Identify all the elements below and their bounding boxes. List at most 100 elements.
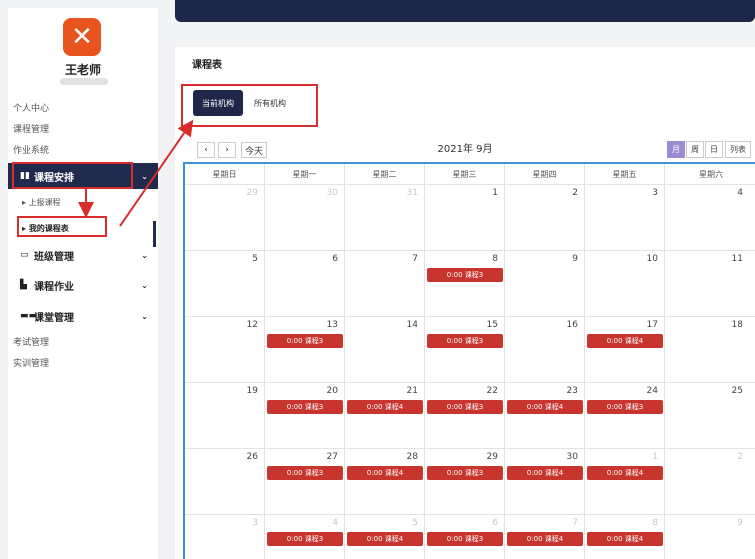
view-month-button[interactable]: 月 [667,141,685,158]
weekday-label: 星期一 [265,164,345,184]
day-number: 17 [646,320,658,330]
day-number: 30 [326,188,338,198]
calendar-day-cell[interactable]: 30 0:00 课程4 [505,449,585,515]
day-number: 3 [252,518,258,528]
course-event[interactable]: 0:00 课程4 [507,400,583,414]
calendar-day-cell[interactable]: 31 [345,185,425,251]
course-event[interactable]: 0:00 课程3 [267,532,343,546]
calendar-day-cell[interactable]: 16 [505,317,585,383]
day-number: 1 [492,188,498,198]
menu-group-course-homework[interactable]: ▙ 课程作业 ⌄ [8,272,158,298]
menu-item-training-management[interactable]: 实训管理 [13,356,49,369]
top-header-bar [175,0,755,22]
menu-item-exam-management[interactable]: 考试管理 [13,335,49,348]
calendar-day-cell[interactable]: 13 0:00 课程3 [265,317,345,383]
view-week-button[interactable]: 周 [686,141,704,158]
menu-item-course-management[interactable]: 课程管理 [13,122,49,135]
calendar-day-cell[interactable]: 2 [505,185,585,251]
day-number: 7 [572,518,578,528]
app-logo: ✕ [63,18,101,56]
day-number: 22 [486,386,498,396]
day-number: 9 [737,518,743,528]
document-icon: ▙ [20,280,27,290]
calendar-day-cell[interactable]: 5 0:00 课程4 [345,515,425,559]
menu-group-classroom-management[interactable]: ▬▬ 课堂管理 ⌄ [8,303,158,329]
calendar-day-cell[interactable]: 6 0:00 课程3 [425,515,505,559]
calendar-day-cell[interactable]: 3 [585,185,665,251]
day-number: 8 [492,254,498,264]
calendar-day-cell[interactable]: 1 0:00 课程4 [585,449,665,515]
course-event[interactable]: 0:00 课程3 [587,400,663,414]
calendar-day-cell[interactable]: 26 [185,449,265,515]
calendar-day-cell[interactable]: 1 [425,185,505,251]
calendar-day-cell[interactable]: 3 [185,515,265,559]
calendar-day-cell[interactable]: 8 0:00 课程3 [425,251,505,317]
course-event[interactable]: 0:00 课程4 [587,334,663,348]
calendar-day-cell[interactable]: 10 [585,251,665,317]
calendar-day-cell[interactable]: 27 0:00 课程3 [265,449,345,515]
calendar-day-cell[interactable]: 12 [185,317,265,383]
calendar-day-cell[interactable]: 17 0:00 课程4 [585,317,665,383]
calendar-day-cell[interactable]: 20 0:00 课程3 [265,383,345,449]
course-event[interactable]: 0:00 课程4 [347,532,423,546]
calendar-day-cell[interactable]: 29 0:00 课程3 [425,449,505,515]
day-number: 13 [326,320,338,330]
day-number: 3 [652,188,658,198]
calendar-day-cell[interactable]: 7 [345,251,425,317]
course-event[interactable]: 0:00 课程4 [347,466,423,480]
course-event[interactable]: 0:00 课程4 [507,466,583,480]
course-event[interactable]: 0:00 课程3 [267,400,343,414]
submenu-item-report-course[interactable]: ▸ 上报课程 [22,197,61,208]
course-event[interactable]: 0:00 课程4 [347,400,423,414]
calendar-day-cell[interactable]: 8 0:00 课程4 [585,515,665,559]
course-event[interactable]: 0:00 课程3 [267,466,343,480]
course-event[interactable]: 0:00 课程4 [587,532,663,546]
calendar-day-cell[interactable]: 9 [505,251,585,317]
calendar-day-cell[interactable]: 25 [665,383,755,449]
day-number: 12 [246,320,258,330]
calendar-day-cell[interactable]: 6 [265,251,345,317]
day-number: 27 [326,452,338,462]
calendar-day-cell[interactable]: 18 [665,317,755,383]
calendar-day-cell[interactable]: 28 0:00 课程4 [345,449,425,515]
weekday-label: 星期六 [699,170,723,179]
sidebar: ✕ 王老师 个人中心 课程管理 作业系统 ▮▮ 课程安排 ⌄ ▸ 上报课程 ▸ … [8,8,158,559]
course-event[interactable]: 0:00 课程3 [427,334,503,348]
course-event[interactable]: 0:00 课程3 [267,334,343,348]
calendar-day-cell[interactable]: 4 0:00 课程3 [265,515,345,559]
calendar-day-cell[interactable]: 24 0:00 课程3 [585,383,665,449]
calendar-week-row: 19 20 0:00 课程3 21 0:00 课程4 22 0:00 课程3 23 0:00 课… [185,383,755,449]
calendar-day-cell[interactable]: 5 [185,251,265,317]
course-event[interactable]: 0:00 课程4 [507,532,583,546]
calendar-day-cell[interactable]: 30 [265,185,345,251]
course-event[interactable]: 0:00 课程3 [427,532,503,546]
menu-item-homework-system[interactable]: 作业系统 [13,143,49,156]
menu-item-personal-center[interactable]: 个人中心 [13,101,49,114]
course-event[interactable]: 0:00 课程3 [427,268,503,282]
day-number: 9 [572,254,578,264]
calendar-day-cell[interactable]: 23 0:00 课程4 [505,383,585,449]
view-list-button[interactable]: 列表 [725,141,751,158]
calendar-day-cell[interactable]: 14 [345,317,425,383]
calendar-day-cell[interactable]: 4 [665,185,755,251]
menu-group-class-management[interactable]: ▭ 班级管理 ⌄ [8,242,158,268]
calendar-day-cell[interactable]: 22 0:00 课程3 [425,383,505,449]
calendar-day-cell[interactable]: 21 0:00 课程4 [345,383,425,449]
calendar-day-cell[interactable]: 7 0:00 课程4 [505,515,585,559]
calendar-day-cell[interactable]: 11 [665,251,755,317]
calendar-day-cell[interactable]: 29 [185,185,265,251]
calendar-day-cell[interactable]: 2 [665,449,755,515]
course-event[interactable]: 0:00 课程3 [427,466,503,480]
course-event[interactable]: 0:00 课程4 [587,466,663,480]
day-number: 8 [652,518,658,528]
chevron-down-icon: ⌄ [141,311,148,321]
logo-mark-icon: ✕ [71,22,93,52]
annotation-box-org-tabs [181,84,318,127]
view-day-button[interactable]: 日 [705,141,723,158]
day-number: 30 [566,452,578,462]
course-event[interactable]: 0:00 课程3 [427,400,503,414]
day-number: 20 [326,386,338,396]
calendar-day-cell[interactable]: 9 [665,515,755,559]
calendar-day-cell[interactable]: 15 0:00 课程3 [425,317,505,383]
calendar-day-cell[interactable]: 19 [185,383,265,449]
